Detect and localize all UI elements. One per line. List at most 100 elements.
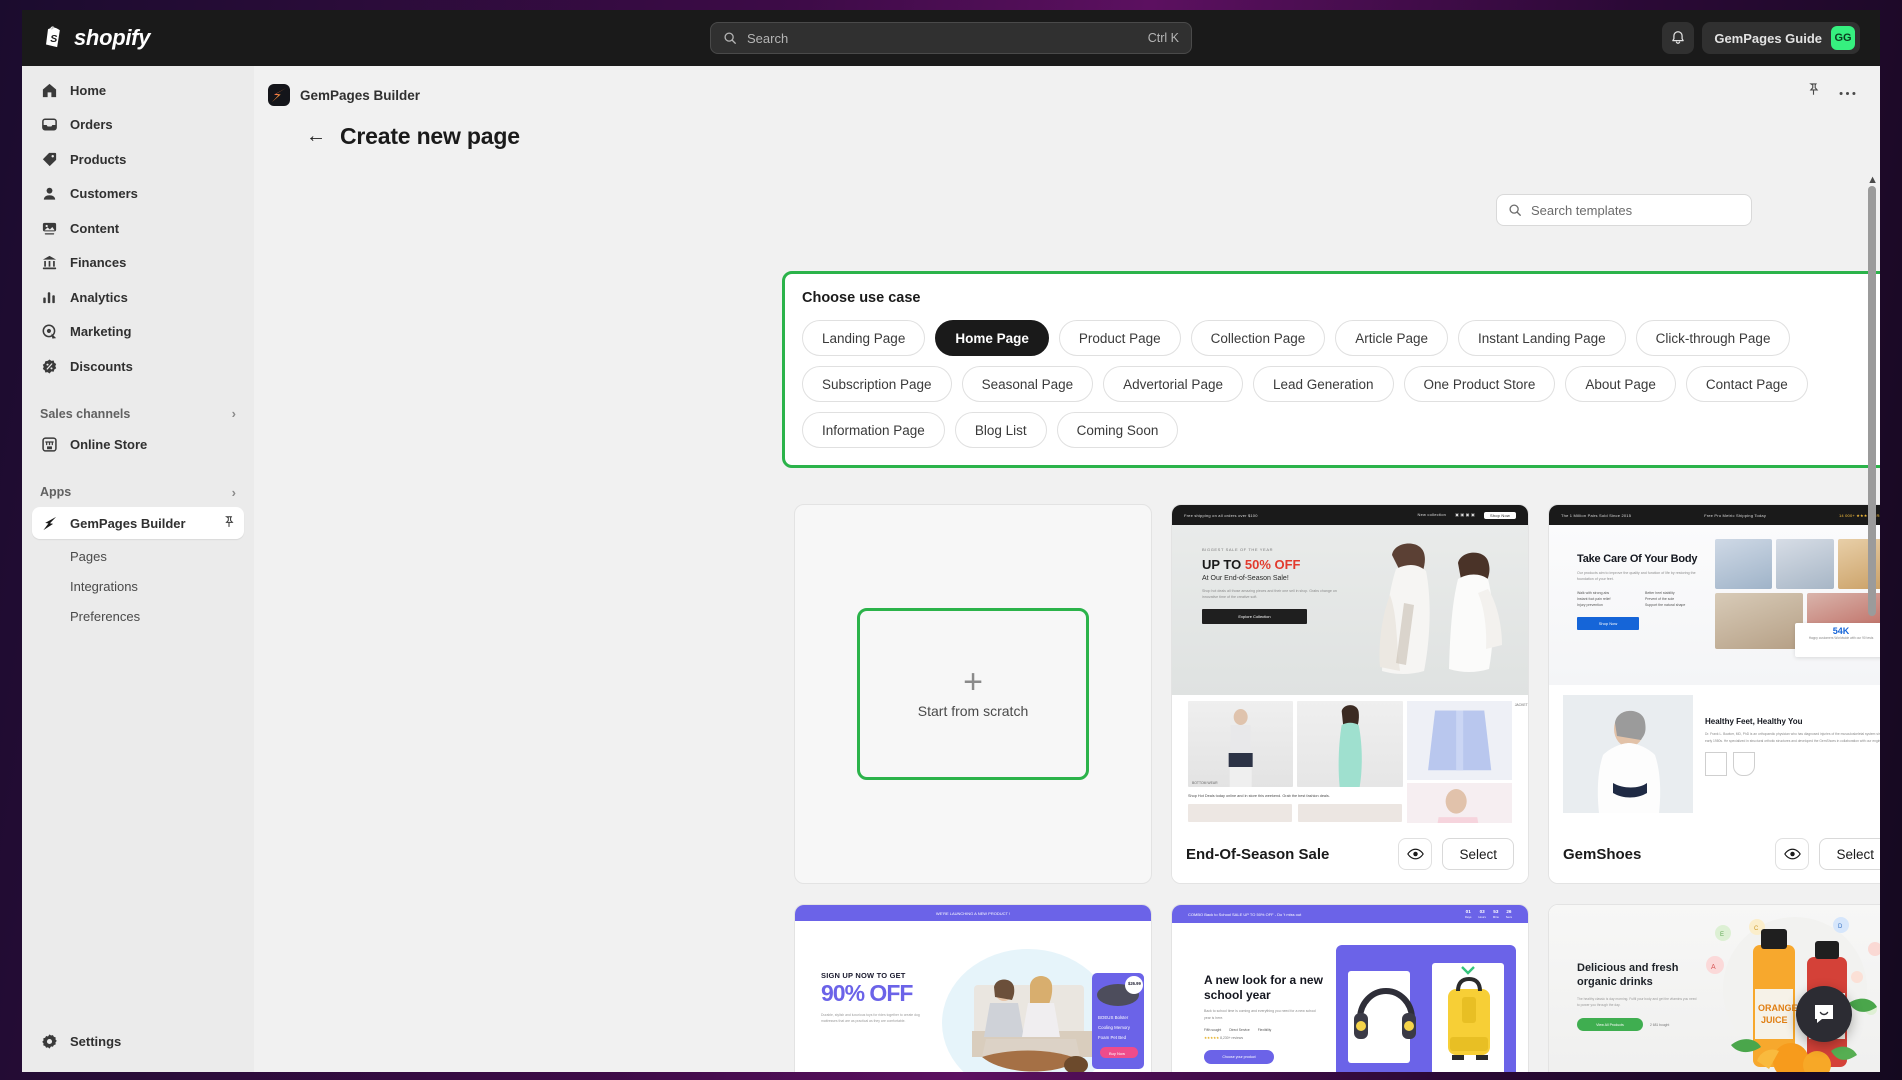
preview-button[interactable] — [1775, 838, 1810, 870]
sidebar-item-analytics[interactable]: Analytics — [32, 281, 244, 313]
template-thumbnail: COMBO Back to School SALE UP TO 50% OFF … — [1172, 905, 1528, 1072]
use-case-instant-landing-page[interactable]: Instant Landing Page — [1458, 320, 1626, 356]
sidebar-item-label: Marketing — [70, 324, 132, 339]
use-case-advertorial-page[interactable]: Advertorial Page — [1103, 366, 1243, 402]
template-card-gemshoes[interactable]: The 1 Million Pairs Sold Since 2015 Free… — [1548, 504, 1880, 884]
global-search-input[interactable]: Search Ctrl K — [710, 22, 1192, 54]
mini-body: Back to school time is coming and everyt… — [1204, 1009, 1316, 1020]
sidebar-item-content[interactable]: Content — [32, 212, 244, 244]
use-case-seasonal-page[interactable]: Seasonal Page — [961, 366, 1094, 402]
sidebar-item-online-store[interactable]: Online Store — [32, 429, 244, 461]
search-icon — [1509, 204, 1521, 216]
avatar: GG — [1831, 26, 1855, 50]
template-search-input[interactable]: Search templates — [1496, 194, 1752, 226]
svg-text:D: D — [1838, 924, 1843, 930]
mini-body: Our products aim to improve the quality … — [1577, 571, 1696, 582]
select-template-button[interactable]: Select — [1819, 838, 1880, 870]
mini-feature: Prevent of the sole — [1645, 596, 1675, 601]
use-case-collection-page[interactable]: Collection Page — [1190, 320, 1326, 356]
template-card-pet-bed[interactable]: WE'RE LAUNCHING A NEW PRODUCT ! SIGN UP … — [794, 904, 1152, 1072]
mini-rating: 8,230+ reviews — [1220, 1036, 1244, 1041]
mini-feature: Support the natural shape — [1645, 602, 1686, 607]
use-case-information-page[interactable]: Information Page — [802, 412, 945, 448]
chat-bubble-icon — [1815, 1005, 1833, 1023]
use-case-lead-generation[interactable]: Lead Generation — [1252, 366, 1394, 402]
use-case-one-product-store[interactable]: One Product Store — [1403, 366, 1556, 402]
shopify-wordmark: shopify — [74, 25, 151, 50]
use-case-home-page[interactable]: Home Page — [935, 320, 1049, 356]
use-case-contact-page[interactable]: Contact Page — [1685, 366, 1808, 402]
sidebar-item-label: Integrations — [70, 579, 138, 594]
mini-announce-text: Free shipping on all orders over $100 — [1184, 512, 1258, 518]
ellipsis-horizontal-icon[interactable] — [1839, 83, 1856, 101]
sidebar-item-label: Discounts — [70, 358, 133, 374]
use-case-subscription-page[interactable]: Subscription Page — [802, 366, 952, 402]
mini-feature: Better heel stability — [1645, 590, 1675, 595]
mini-timer-label: Secs — [1505, 915, 1512, 919]
sidebar-section-sales-channels[interactable]: Sales channels › — [32, 399, 244, 429]
pin-icon[interactable] — [222, 515, 236, 532]
template-card-footer: GemShoes Select — [1549, 823, 1880, 883]
sidebar-item-home[interactable]: Home — [32, 74, 244, 106]
mini-hero-models — [1379, 543, 1502, 674]
use-case-about-page[interactable]: About Page — [1565, 366, 1676, 402]
app-breadcrumb[interactable]: GemPages Builder — [254, 66, 1880, 110]
use-case-product-page[interactable]: Product Page — [1058, 320, 1181, 356]
user-menu-button[interactable]: GemPages Guide GG — [1702, 22, 1860, 54]
template-name: GemShoes — [1563, 845, 1642, 863]
pin-icon[interactable] — [1806, 82, 1821, 102]
mini-stat-number: 54K — [1832, 626, 1850, 636]
chevron-right-icon: › — [231, 406, 236, 421]
sidebar-item-settings[interactable]: Settings — [32, 1026, 244, 1058]
use-case-landing-page[interactable]: Landing Page — [802, 320, 926, 356]
mini-timer-value: 03 — [1479, 909, 1485, 914]
mini-announcement-bar: Free shipping on all orders over $100 Ne… — [1172, 505, 1528, 525]
sidebar-item-label: Home — [70, 82, 107, 98]
use-case-heading: Choose use case — [802, 290, 921, 306]
scroll-up-caret[interactable]: ▲ — [1867, 174, 1878, 186]
sidebar-item-integrations[interactable]: Integrations — [32, 572, 244, 602]
page-title: Create new page — [340, 122, 520, 149]
sidebar-item-orders[interactable]: Orders — [32, 109, 244, 141]
back-button[interactable]: ← — [306, 126, 326, 146]
shopify-logo[interactable]: S shopify — [22, 25, 150, 51]
app-window: S shopify Search Ctrl K GemPages Guide G… — [22, 10, 1880, 1072]
template-grid: + Start from scratch Free shipping on al… — [794, 504, 1880, 1072]
mini-note: 2 681 bought — [1650, 1022, 1670, 1027]
start-from-scratch-box[interactable]: + Start from scratch — [857, 608, 1089, 780]
plus-icon: + — [963, 662, 983, 701]
mini-feature: Walk with strong abs — [1577, 590, 1610, 595]
sidebar-item-finances[interactable]: Finances — [32, 247, 244, 279]
template-card-start-from-scratch[interactable]: + Start from scratch — [794, 504, 1152, 884]
mini-cta: Choose your product — [1204, 1050, 1274, 1065]
preview-button[interactable] — [1398, 838, 1433, 870]
sidebar-item-label: Settings — [70, 1034, 122, 1049]
select-template-button[interactable]: Select — [1442, 838, 1514, 870]
sidebar-item-marketing[interactable]: Marketing — [32, 316, 244, 348]
mini-badge: Direct Service — [1229, 1028, 1250, 1033]
vertical-scrollbar[interactable] — [1868, 186, 1876, 616]
use-case-coming-soon[interactable]: Coming Soon — [1056, 412, 1179, 448]
use-case-blog-list[interactable]: Blog List — [954, 412, 1047, 448]
sidebar-item-gempages-builder[interactable]: GemPages Builder — [32, 507, 244, 539]
sidebar-item-customers[interactable]: Customers — [32, 178, 244, 210]
svg-text:Foam Pet Bed: Foam Pet Bed — [1098, 1035, 1127, 1040]
chat-support-button[interactable] — [1796, 986, 1852, 1042]
sidebar-item-discounts[interactable]: Discounts — [32, 350, 244, 382]
use-case-click-through-page[interactable]: Click-through Page — [1635, 320, 1791, 356]
sidebar-item-label: Orders — [70, 117, 113, 132]
sidebar-section-apps[interactable]: Apps › — [32, 477, 244, 507]
notifications-button[interactable] — [1662, 22, 1695, 54]
sidebar-item-preferences[interactable]: Preferences — [32, 602, 244, 632]
shopify-bag-icon: S — [46, 25, 60, 47]
sidebar-item-pages[interactable]: Pages — [32, 542, 244, 572]
mini-hero-juice: E C D A ORANGE JUICE — [1706, 917, 1880, 1072]
sidebar-item-products[interactable]: Products — [32, 143, 244, 175]
user-name-label: GemPages Guide — [1714, 30, 1822, 46]
svg-text:BOEUS Bolster: BOEUS Bolster — [1098, 1015, 1129, 1020]
template-card-end-of-season-sale[interactable]: Free shipping on all orders over $100 Ne… — [1171, 504, 1529, 884]
mini-bar-item: The 1 Million Pairs Sold Since 2015 — [1561, 512, 1632, 518]
template-thumbnail: Free shipping on all orders over $100 Ne… — [1172, 505, 1528, 823]
use-case-article-page[interactable]: Article Page — [1335, 320, 1449, 356]
template-card-back-to-school[interactable]: COMBO Back to School SALE UP TO 50% OFF … — [1171, 904, 1529, 1072]
